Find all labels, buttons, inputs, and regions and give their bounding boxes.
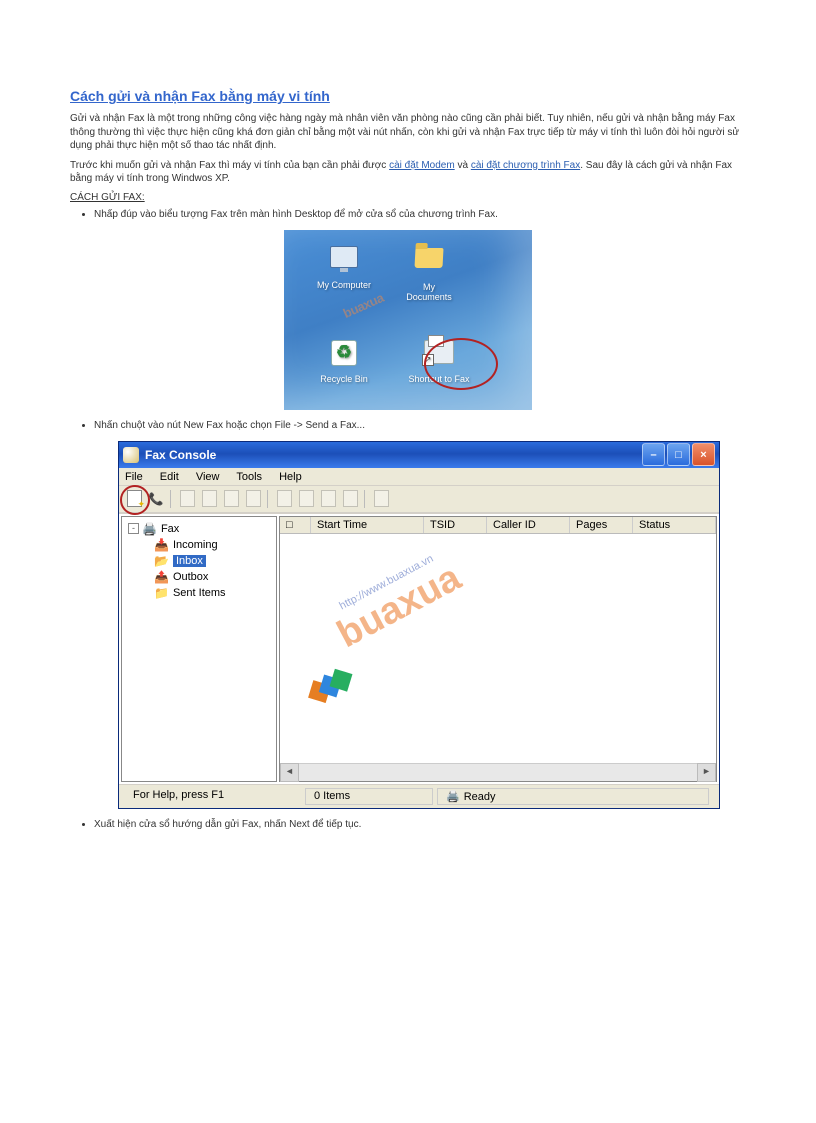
col-pages[interactable]: Pages (570, 517, 633, 533)
tree-inbox-label: Inbox (173, 555, 206, 567)
step-3: Xuất hiện cửa sổ hướng dẫn gửi Fax, nhấn… (94, 819, 746, 830)
window-title: Fax Console (145, 448, 216, 462)
tree-inbox[interactable]: 📂 Inbox (124, 553, 274, 569)
sent-icon: 📁 (154, 586, 169, 600)
step-2: Nhấn chuột vào nút New Fax hoặc chọn Fil… (94, 420, 746, 431)
tree-sent-items[interactable]: 📁 Sent Items (124, 585, 274, 601)
tree-incoming-label: Incoming (173, 539, 218, 551)
recycle-bin-label: Recycle Bin (314, 374, 374, 384)
watermark: http://www.buaxua.vn buaxua (325, 545, 468, 656)
toolbar-button-6[interactable] (243, 489, 263, 509)
toolbar-button-11[interactable] (371, 489, 391, 509)
toolbar-receive-button[interactable]: 📞 (146, 489, 166, 509)
outbox-icon: 📤 (154, 570, 169, 584)
toolbar-button-3[interactable] (177, 489, 197, 509)
horizontal-scrollbar[interactable]: ◄ ► (280, 763, 716, 781)
toolbar-button-8[interactable] (296, 489, 316, 509)
list-body: http://www.buaxua.vn buaxua ◆◆◆ (280, 534, 716, 763)
toolbar-button-10[interactable] (340, 489, 360, 509)
menu-edit[interactable]: Edit (160, 471, 179, 483)
maximize-button[interactable]: □ (667, 443, 690, 466)
col-caller-id[interactable]: Caller ID (487, 517, 570, 533)
toolbar-separator (364, 490, 367, 508)
fax-icon (424, 340, 454, 364)
desktop-icon-shortcut-to-fax[interactable]: Shortcut to Fax (399, 338, 479, 384)
incoming-icon: 📥 (154, 538, 169, 552)
message-list: □ Start Time TSID Caller ID Pages Status… (279, 516, 717, 782)
menu-tools[interactable]: Tools (236, 471, 262, 483)
tree-sent-label: Sent Items (173, 587, 226, 599)
prereq-text-mid: và (455, 160, 471, 171)
watermark-logo: ◆◆◆ (298, 654, 361, 713)
col-start-time[interactable]: Start Time (311, 517, 424, 533)
scroll-left-button[interactable]: ◄ (280, 763, 299, 782)
menu-help[interactable]: Help (279, 471, 302, 483)
status-help-text: For Help, press F1 (125, 788, 301, 805)
fax-root-icon: 🖨️ (142, 522, 157, 536)
section-heading-send-fax: CÁCH GỬI FAX: (70, 192, 746, 203)
col-icon[interactable]: □ (280, 517, 311, 533)
prereq-paragraph: Trước khi muốn gửi và nhận Fax thì máy v… (70, 159, 746, 186)
inbox-icon: 📂 (154, 554, 169, 568)
intro-paragraph: Gửi và nhận Fax là một trong những công … (70, 112, 746, 153)
toolbar-button-7[interactable] (274, 489, 294, 509)
step-1: Nhấp đúp vào biểu tượng Fax trên màn hìn… (94, 209, 746, 220)
watermark: buaxua (341, 290, 386, 321)
fax-console-window: Fax Console – □ × File Edit View Tools H… (118, 441, 720, 809)
toolbar-separator (267, 490, 270, 508)
toolbar-button-9[interactable] (318, 489, 338, 509)
desktop-icon-recycle-bin[interactable]: ♻ Recycle Bin (314, 338, 374, 384)
menu-file[interactable]: File (125, 471, 143, 483)
menubar: File Edit View Tools Help (119, 468, 719, 486)
col-tsid[interactable]: TSID (424, 517, 487, 533)
toolbar: ✦ 📞 (119, 486, 719, 513)
toolbar-button-4[interactable] (199, 489, 219, 509)
app-icon (123, 447, 139, 463)
tree-incoming[interactable]: 📥 Incoming (124, 537, 274, 553)
tree-outbox-label: Outbox (173, 571, 208, 583)
desktop-icon-my-documents[interactable]: My Documents (399, 244, 459, 302)
my-documents-label: My Documents (399, 282, 459, 302)
prereq-text-before: Trước khi muốn gửi và nhận Fax thì máy v… (70, 160, 389, 171)
collapse-icon[interactable]: - (128, 523, 139, 534)
tree-root-label: Fax (161, 523, 179, 535)
menu-view[interactable]: View (196, 471, 220, 483)
desktop-icon-my-computer[interactable]: My Computer (314, 244, 374, 290)
status-item-count: 0 Items (305, 788, 433, 805)
monitor-icon (330, 246, 358, 268)
folder-tree[interactable]: - 🖨️ Fax 📥 Incoming 📂 Inbox 📤 Outbox (121, 516, 277, 782)
tree-outbox[interactable]: 📤 Outbox (124, 569, 274, 585)
col-status[interactable]: Status (633, 517, 716, 533)
close-button[interactable]: × (692, 443, 715, 466)
tree-root-fax[interactable]: - 🖨️ Fax (124, 521, 274, 537)
shortcut-to-fax-label: Shortcut to Fax (399, 374, 479, 384)
folder-icon (414, 248, 443, 268)
desktop-screenshot: My Computer My Documents ♻ Recycle Bin S… (284, 230, 532, 410)
content-area: - 🖨️ Fax 📥 Incoming 📂 Inbox 📤 Outbox (119, 513, 719, 784)
link-install-fax-program[interactable]: cài đặt chương trình Fax (471, 160, 580, 171)
scroll-right-button[interactable]: ► (697, 763, 716, 782)
page-title: Cách gửi và nhận Fax bằng máy vi tính (70, 88, 746, 104)
statusbar: For Help, press F1 0 Items 🖨️Ready (119, 784, 719, 808)
recycle-icon: ♻ (331, 340, 357, 366)
toolbar-button-5[interactable] (221, 489, 241, 509)
status-ready: 🖨️Ready (437, 788, 709, 805)
link-install-modem[interactable]: cài đặt Modem (389, 160, 455, 171)
titlebar[interactable]: Fax Console – □ × (119, 442, 719, 468)
toolbar-separator (170, 490, 173, 508)
minimize-button[interactable]: – (642, 443, 665, 466)
list-header: □ Start Time TSID Caller ID Pages Status (280, 517, 716, 534)
printer-icon: 🖨️ (446, 791, 460, 803)
toolbar-new-fax-button[interactable]: ✦ (124, 489, 144, 509)
my-computer-label: My Computer (314, 280, 374, 290)
